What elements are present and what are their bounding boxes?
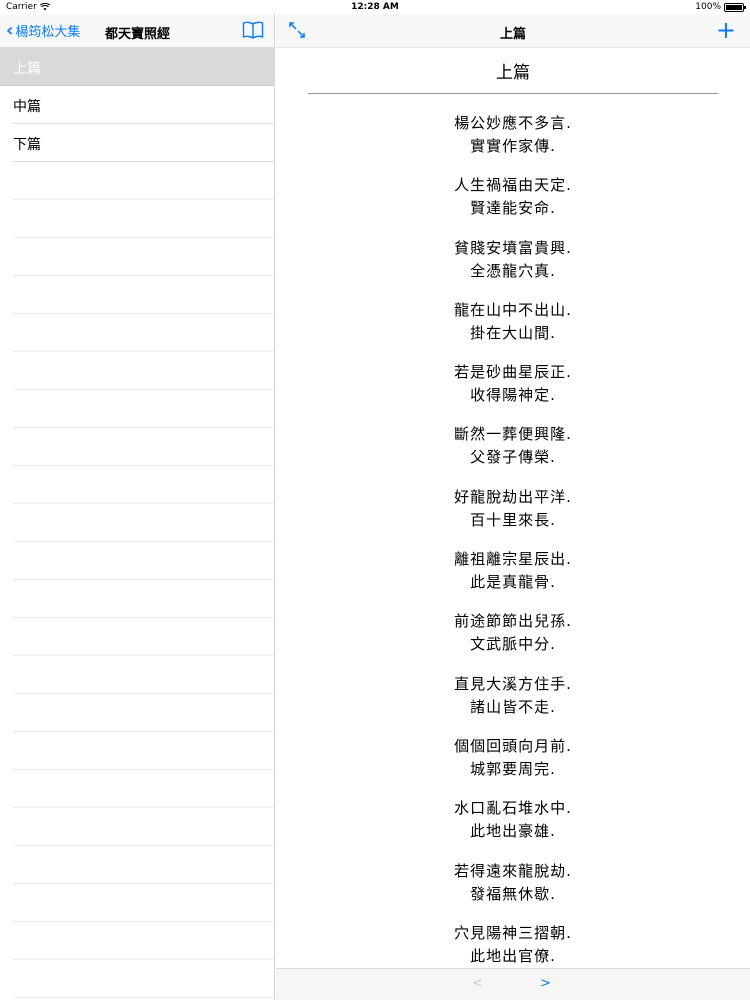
verse-line: 父發子傳榮.: [470, 448, 556, 467]
detail-pane: 上篇 + 上篇 楊公妙應不多言. 實實作家傳. 人生禍福由天定. 賢達能安命. 貧賤安墳…: [276, 14, 750, 1000]
verse-couplet: 個個回頭向月前. 城郭要周完.: [276, 735, 750, 797]
verse-couplet: 龍在山中不出山. 掛在大山間.: [276, 299, 750, 361]
chevron-left-icon: ‹: [6, 19, 14, 41]
verse-list: 楊公妙應不多言. 實實作家傳. 人生禍福由天定. 賢達能安命. 貧賤安墳富貴興. 全憑龍穴…: [276, 112, 750, 984]
next-page-button[interactable]: >: [540, 976, 551, 991]
detail-navigation-bar: 上篇 +: [276, 14, 750, 48]
chapter-label: 上篇: [13, 61, 41, 77]
master-title: 都天寶照經: [105, 27, 171, 42]
empty-row: [13, 276, 274, 314]
empty-row: [13, 694, 274, 732]
verse-couplet: 前途節節出兒孫. 文武脈中分.: [276, 610, 750, 672]
empty-row: [13, 162, 274, 200]
add-icon[interactable]: +: [716, 16, 736, 44]
chapter-label: 中篇: [13, 99, 41, 115]
verse-line: 楊公妙應不多言.: [454, 114, 572, 132]
verse-couplet: 離祖離宗星辰出. 此是真龍骨.: [276, 548, 750, 610]
status-bar: Carrier 12:28 AM 100%: [0, 0, 750, 14]
verse-line: 城郭要周完.: [470, 759, 556, 778]
verse-line: 個個回頭向月前.: [454, 736, 572, 755]
verse-couplet: 水口亂石堆水中. 此地出豪雄.: [276, 797, 750, 859]
verse-couplet: 好龍脫劫出平洋. 百十里來長.: [276, 486, 750, 548]
verse-line: 全憑龍穴真.: [470, 261, 556, 280]
empty-row: [13, 238, 274, 276]
battery-percent: 100%: [695, 2, 721, 12]
empty-row: [13, 960, 274, 998]
empty-row: [13, 808, 274, 846]
back-button[interactable]: ‹ 楊筠松大集: [6, 21, 80, 40]
empty-row: [13, 922, 274, 960]
verse-line: 百十里來長.: [470, 510, 556, 529]
verse-line: 斷然一葬便興隆.: [454, 425, 572, 444]
chapter-row[interactable]: 中篇: [13, 86, 274, 124]
detail-title: 上篇: [499, 27, 526, 42]
verse-line: 收得陽神定.: [470, 386, 556, 405]
previous-page-button[interactable]: <: [472, 976, 483, 991]
verse-line: 此地出豪雄.: [470, 822, 556, 841]
verse-line: 離祖離宗星辰出.: [454, 550, 572, 569]
master-pane: ‹ 楊筠松大集 都天寶照經 上篇中篇下篇: [0, 14, 275, 1000]
verse-couplet: 斷然一葬便興隆. 父發子傳榮.: [276, 423, 750, 485]
verse-couplet: 人生禍福由天定. 賢達能安命.: [276, 174, 750, 236]
empty-row: [13, 428, 274, 466]
master-navigation-bar: ‹ 楊筠松大集 都天寶照經: [0, 14, 274, 48]
verse-line: 水口亂石堆水中.: [454, 799, 572, 818]
book-icon[interactable]: [242, 20, 264, 40]
empty-row: [13, 732, 274, 770]
empty-row: [13, 846, 274, 884]
empty-row: [13, 314, 274, 352]
empty-row: [13, 580, 274, 618]
empty-row: [13, 466, 274, 504]
verse-couplet: 若是砂曲星辰正. 收得陽神定.: [276, 361, 750, 423]
verse-line: 貧賤安墳富貴興.: [454, 238, 572, 257]
verse-line: 此是真龍骨.: [470, 573, 556, 592]
empty-row: [13, 390, 274, 428]
empty-row: [13, 618, 274, 656]
verse-line: 人生禍福由天定.: [454, 176, 572, 195]
empty-row: [13, 200, 274, 238]
verse-couplet: 貧賤安墳富貴興. 全憑龍穴真.: [276, 237, 750, 299]
verse-line: 掛在大山間.: [470, 323, 556, 342]
verse-line: 好龍脫劫出平洋.: [454, 487, 572, 506]
empty-row: [13, 770, 274, 808]
verse-line: 穴見陽神三摺朝.: [454, 923, 572, 942]
verse-line: 實實作家傳.: [470, 137, 556, 155]
back-button-label: 楊筠松大集: [15, 25, 81, 40]
chapter-list: 上篇 中篇 下篇: [0, 48, 274, 998]
verse-line: 此地出官僚.: [470, 946, 556, 965]
verse-line: 前途節節出兒孫.: [454, 612, 572, 631]
content-heading: 上篇: [308, 58, 718, 94]
empty-row: [13, 884, 274, 922]
battery-icon: [724, 2, 746, 12]
verse-line: 文武脈中分.: [470, 635, 556, 654]
empty-row: [13, 656, 274, 694]
empty-row: [13, 504, 274, 542]
verse-line: 發福無休歇.: [470, 884, 556, 903]
status-time: 12:28 AM: [351, 2, 399, 12]
chapter-row[interactable]: 下篇: [13, 124, 274, 162]
verse-line: 若是砂曲星辰正.: [454, 363, 572, 382]
bottom-toolbar: < >: [276, 968, 750, 1000]
empty-row: [13, 542, 274, 580]
verse-line: 賢達能安命.: [470, 199, 556, 218]
verse-line: 龍在山中不出山.: [454, 300, 572, 319]
verse-line: 若得遠來龍脫劫.: [454, 861, 572, 880]
verse-couplet: 直見大溪方住手. 諸山皆不走.: [276, 673, 750, 735]
battery-indicator: 100%: [695, 2, 746, 12]
verse-line: 諸山皆不走.: [470, 697, 556, 716]
verse-couplet: 若得遠來龍脫劫. 發福無休歇.: [276, 860, 750, 922]
chapter-label: 下篇: [13, 137, 41, 153]
verse-couplet: 楊公妙應不多言. 實實作家傳.: [276, 112, 750, 174]
chapter-row[interactable]: 上篇: [0, 48, 274, 86]
verse-line: 直見大溪方住手.: [454, 674, 572, 693]
empty-row: [13, 352, 274, 390]
